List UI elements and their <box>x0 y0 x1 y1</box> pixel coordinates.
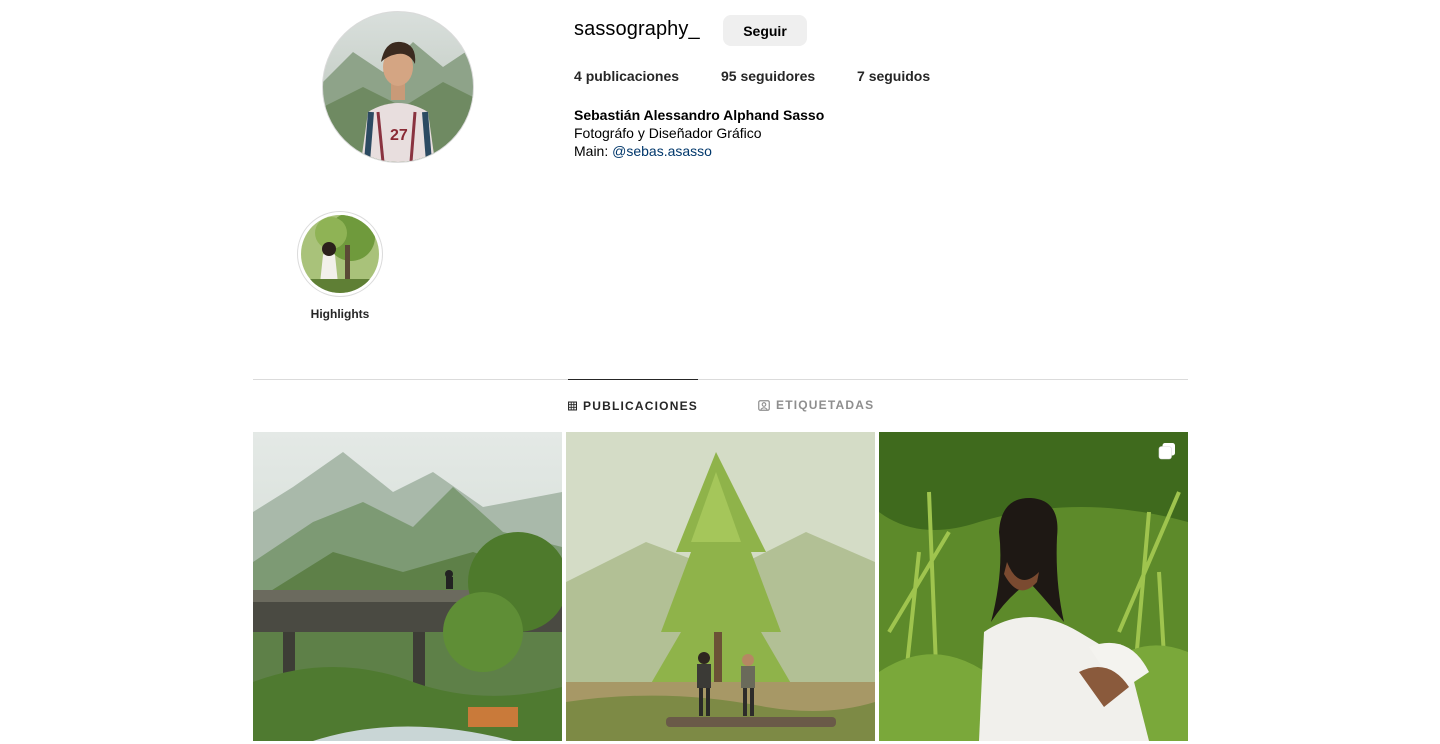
following-count: 7 <box>857 68 865 84</box>
tab-posts[interactable]: PUBLICACIONES <box>568 379 698 431</box>
post-tile[interactable] <box>566 432 875 741</box>
highlight-photo <box>301 215 379 293</box>
stat-following[interactable]: 7 seguidos <box>857 68 930 84</box>
followers-count: 95 <box>721 68 737 84</box>
highlight-ring <box>297 211 383 297</box>
post-photo-woman-grass <box>879 432 1188 741</box>
tab-tagged-label: ETIQUETADAS <box>776 398 875 412</box>
bio-main-prefix: Main: <box>574 143 613 159</box>
avatar-photo: 27 <box>323 12 473 162</box>
bio-mention-link[interactable]: @sebas.asasso <box>612 143 712 159</box>
highlight-cover <box>301 215 379 293</box>
posts-grid <box>253 432 1188 744</box>
post-photo-mountain-bridge <box>253 432 562 741</box>
tab-posts-label: PUBLICACIONES <box>583 398 698 413</box>
bio-main-line: Main: @sebas.asasso <box>574 142 824 160</box>
posts-label: publicaciones <box>585 68 680 84</box>
profile-bio: Sebastián Alessandro Alphand Sasso Fotog… <box>574 106 824 160</box>
tabs-divider <box>253 379 1188 380</box>
post-tile[interactable] <box>253 432 562 741</box>
carousel-icon <box>1158 443 1175 460</box>
follow-button[interactable]: Seguir <box>723 15 807 46</box>
profile-full-name: Sebastián Alessandro Alphand Sasso <box>574 107 825 123</box>
profile-avatar[interactable]: 27 <box>322 11 474 163</box>
tab-tagged[interactable]: ETIQUETADAS <box>758 379 874 431</box>
highlight-label: Highlights <box>310 307 370 321</box>
stat-followers[interactable]: 95 seguidores <box>721 68 815 84</box>
stat-posts: 4 publicaciones <box>574 68 679 84</box>
svg-text:27: 27 <box>390 127 408 144</box>
post-photo-couple-tree <box>566 432 875 741</box>
bio-line: Fotográfo y Diseñador Gráfico <box>574 125 762 141</box>
story-highlight[interactable]: Highlights <box>297 211 383 321</box>
profile-username: sassography_ <box>574 18 700 40</box>
followers-label: seguidores <box>740 68 816 84</box>
following-label: seguidos <box>868 68 931 84</box>
post-tile[interactable] <box>879 432 1188 741</box>
grid-icon <box>568 401 578 410</box>
tagged-icon <box>758 400 770 411</box>
posts-count: 4 <box>574 68 582 84</box>
